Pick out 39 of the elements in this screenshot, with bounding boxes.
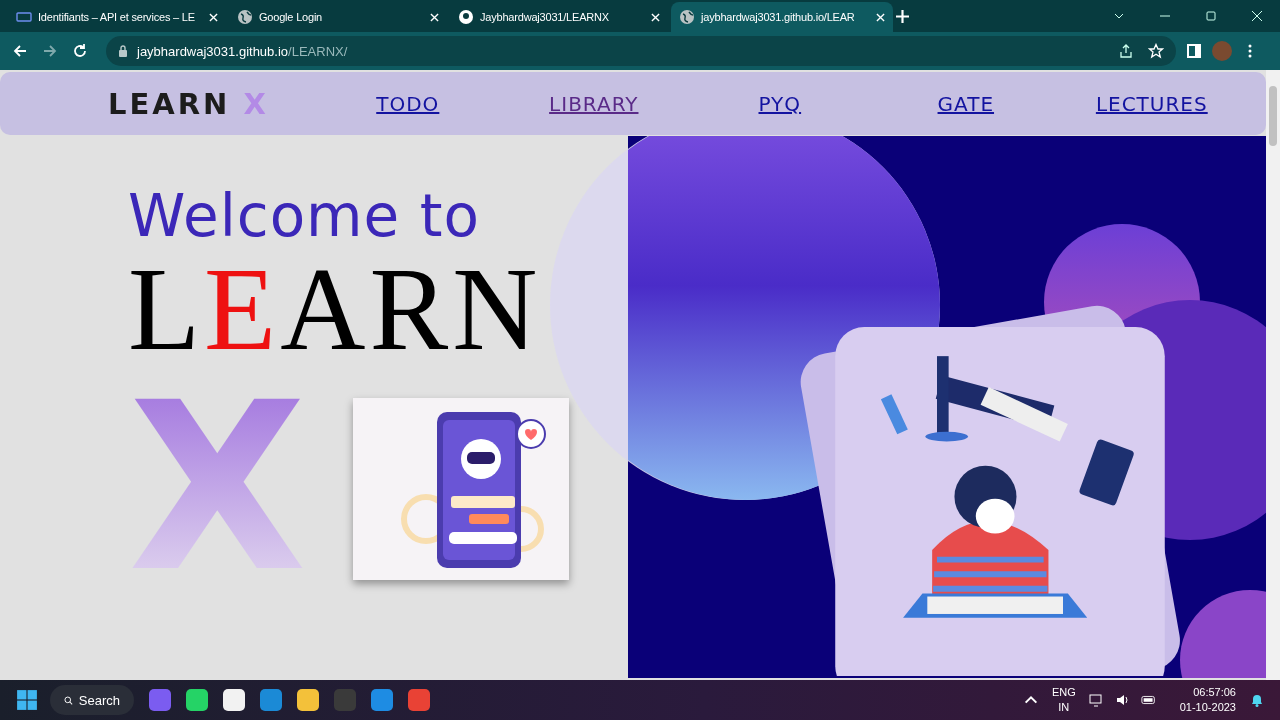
nav-link[interactable]: LIBRARY (500, 91, 687, 116)
browser-tab[interactable]: Identifiants – API et services – LE (8, 2, 226, 32)
speaker-icon[interactable] (1114, 692, 1131, 708)
lock-icon (118, 45, 128, 57)
windows-start-icon[interactable] (16, 689, 38, 711)
address-field[interactable]: jaybhardwaj3031.github.io/LEARNX/ (106, 36, 1176, 66)
network-icon[interactable] (1088, 692, 1105, 708)
nav-link[interactable]: TODO (314, 91, 501, 116)
scrollbar[interactable] (1266, 70, 1280, 680)
close-icon[interactable] (1251, 10, 1263, 22)
maximize-icon[interactable] (1205, 10, 1217, 22)
learn-heading: LEARN (128, 260, 543, 360)
bell-icon[interactable] (1249, 692, 1265, 708)
reload-icon[interactable] (72, 43, 88, 59)
tab-title: jaybhardwaj3031.github.io/LEAR (701, 11, 856, 23)
side-panel-icon[interactable] (1186, 43, 1202, 59)
language-indicator[interactable]: ENG IN (1051, 685, 1076, 715)
nav-link[interactable]: GATE (872, 91, 1059, 116)
clock[interactable]: 06:57:06 01-10-2023 (1179, 685, 1236, 715)
browser-tab[interactable]: Jaybhardwaj3031/LEARNX (450, 2, 668, 32)
browser-tab[interactable]: jaybhardwaj3031.github.io/LEAR (671, 2, 893, 32)
forward-icon[interactable] (42, 43, 58, 59)
taskbar-search[interactable]: Search (50, 685, 134, 715)
api-icon (16, 9, 32, 25)
search-icon (64, 693, 73, 707)
globe-icon (237, 9, 253, 25)
browser-tab[interactable]: Google Login (229, 2, 447, 32)
share-icon[interactable] (1118, 43, 1134, 59)
tab-title: Jaybhardwaj3031/LEARNX (480, 11, 610, 23)
star-icon[interactable] (1148, 43, 1164, 59)
tab-title: Identifiants – API et services – LE (38, 11, 196, 23)
url-text: jaybhardwaj3031.github.io/LEARNX/ (137, 43, 348, 59)
nav-link[interactable]: LECTURES (1058, 91, 1245, 116)
nav-link[interactable]: PYQ (686, 91, 873, 116)
globe-icon (679, 9, 695, 25)
tab-title: Google Login (259, 11, 324, 23)
welcome-heading: Welcome to (128, 181, 481, 252)
back-icon[interactable] (12, 43, 28, 59)
new-tab-icon[interactable] (896, 10, 909, 23)
